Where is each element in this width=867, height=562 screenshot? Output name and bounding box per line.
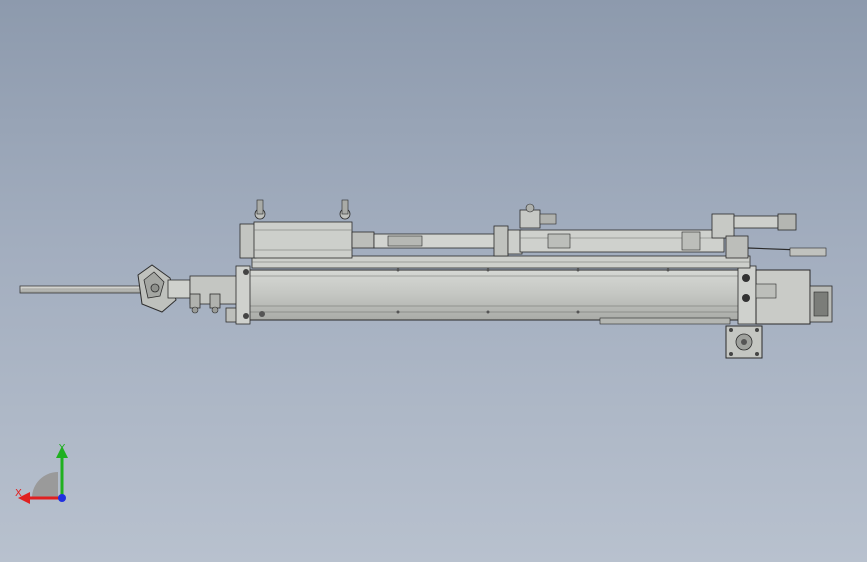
linear-actuator-assembly-model[interactable] [0,0,867,562]
left-cylinder-block [239,199,375,259]
right-pneumatic-cylinder [519,203,725,253]
coordinate-triad: Y X [15,443,68,504]
cad-graphics-viewport[interactable]: Y X [0,0,867,562]
middle-pneumatic-cylinder [373,225,523,257]
mounting-bracket [725,325,763,359]
x-axis-label: X [15,488,22,499]
probe-rod [19,285,143,294]
y-axis-label: Y [58,443,66,454]
servo-motor [755,269,833,325]
main-actuator-body [235,265,757,325]
triad-plane-shade [32,472,58,498]
end-valve-assembly [711,213,827,259]
z-axis-dot [58,494,66,502]
